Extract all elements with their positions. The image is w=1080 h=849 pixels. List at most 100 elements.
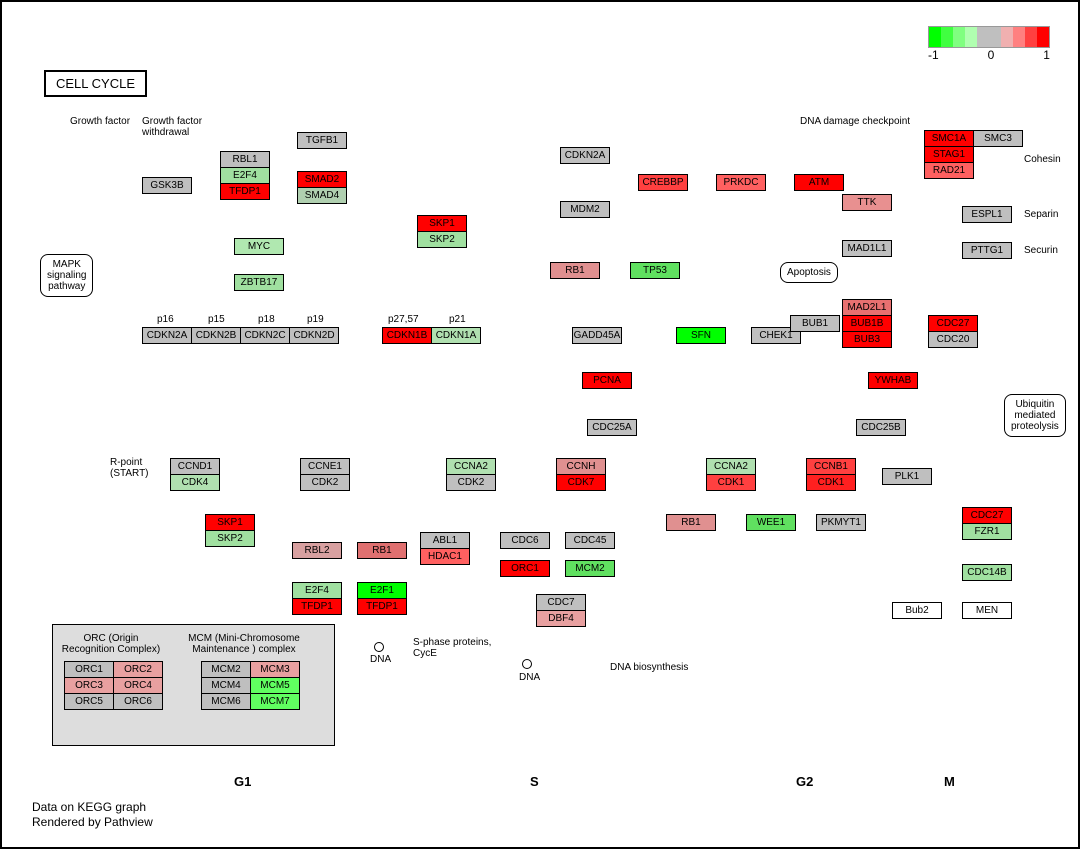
gene-MCM3: MCM3: [250, 661, 300, 678]
gene-CDKN2C: CDKN2C: [240, 327, 290, 344]
gene-CDC25B: CDC25B: [856, 419, 906, 436]
gene-FZR1: FZR1: [962, 523, 1012, 540]
gene-MAD2L1: MAD2L1: [842, 299, 892, 316]
gene-CDKN2B: CDKN2B: [191, 327, 241, 344]
legend-min: -1: [928, 48, 939, 62]
orc-label: ORC (Origin Recognition Complex): [61, 633, 161, 655]
gene-ATM: ATM: [794, 174, 844, 191]
dna-label-2: DNA: [519, 672, 540, 683]
gene-MAD1L1: MAD1L1: [842, 240, 892, 257]
gene-CDKN1B: CDKN1B: [382, 327, 432, 344]
gene-SKP1: SKP1: [205, 514, 255, 531]
gene-RB1: RB1: [550, 262, 600, 279]
gene-RB1: RB1: [357, 542, 407, 559]
gene-PRKDC: PRKDC: [716, 174, 766, 191]
gene-ORC4: ORC4: [113, 677, 163, 694]
gene-GADD45A: GADD45A: [572, 327, 622, 344]
gene-CCNB1: CCNB1: [806, 458, 856, 475]
gene-CDKN2D: CDKN2D: [289, 327, 339, 344]
p27: p27,57: [388, 314, 419, 325]
pathway-title: CELL CYCLE: [44, 70, 147, 97]
gene-CDC45: CDC45: [565, 532, 615, 549]
gene-SMC3: SMC3: [973, 130, 1023, 147]
gene-SKP1: SKP1: [417, 215, 467, 232]
gene-STAG1: STAG1: [924, 146, 974, 163]
gene-PTTG1: PTTG1: [962, 242, 1012, 259]
gene-MEN: MEN: [962, 602, 1012, 619]
dna-damage-label: DNA damage checkpoint: [800, 116, 910, 127]
gene-CDC14B: CDC14B: [962, 564, 1012, 581]
gene-TFDP1: TFDP1: [292, 598, 342, 615]
gene-E2F1: E2F1: [357, 582, 407, 599]
gene-RAD21: RAD21: [924, 162, 974, 179]
gene-SKP2: SKP2: [205, 530, 255, 547]
phase-m: M: [944, 774, 955, 789]
footer-2: Rendered by Pathview: [32, 815, 153, 829]
gene-MCM7: MCM7: [250, 693, 300, 710]
diagram-canvas: CELL CYCLE -1 0 1 Growth factor Growth f…: [0, 0, 1080, 849]
legend-max: 1: [1043, 48, 1050, 62]
gene-CDKN2A: CDKN2A: [560, 147, 610, 164]
footer-1: Data on KEGG graph: [32, 800, 146, 814]
gene-CDK4: CDK4: [170, 474, 220, 491]
gene-TGFB1: TGFB1: [297, 132, 347, 149]
gene-E2F4: E2F4: [292, 582, 342, 599]
gene-CDC6: CDC6: [500, 532, 550, 549]
gene-MCM2: MCM2: [565, 560, 615, 577]
phase-s: S: [530, 774, 539, 789]
gene-SMC1A: SMC1A: [924, 130, 974, 147]
p18: p18: [258, 314, 275, 325]
gene-HDAC1: HDAC1: [420, 548, 470, 565]
gene-CCNA2: CCNA2: [446, 458, 496, 475]
gene-RBL1: RBL1: [220, 151, 270, 168]
gene-CDKN1A: CDKN1A: [431, 327, 481, 344]
gene-ORC1: ORC1: [64, 661, 114, 678]
gene-ORC1: ORC1: [500, 560, 550, 577]
mcm-label: MCM (Mini-Chromosome Maintenance ) compl…: [179, 633, 309, 655]
gene-CDK1: CDK1: [806, 474, 856, 491]
gene-PKMYT1: PKMYT1: [816, 514, 866, 531]
gene-BUB1B: BUB1B: [842, 315, 892, 332]
mapk-box: MAPK signaling pathway: [40, 254, 93, 297]
gene-YWHAB: YWHAB: [868, 372, 918, 389]
legend-mid: 0: [988, 48, 995, 62]
p21: p21: [449, 314, 466, 325]
gene-CCND1: CCND1: [170, 458, 220, 475]
gene-Bub2: Bub2: [892, 602, 942, 619]
ubiquitin-box: Ubiquitin mediated proteolysis: [1004, 394, 1066, 437]
phase-g1: G1: [234, 774, 251, 789]
gene-MCM4: MCM4: [201, 677, 251, 694]
p15: p15: [208, 314, 225, 325]
gene-GSK3B: GSK3B: [142, 177, 192, 194]
gene-ORC3: ORC3: [64, 677, 114, 694]
gene-WEE1: WEE1: [746, 514, 796, 531]
orc-mcm-infobox: ORC (Origin Recognition Complex) MCM (Mi…: [52, 624, 335, 746]
gene-PLK1: PLK1: [882, 468, 932, 485]
dna-label-1: DNA: [370, 654, 391, 665]
gene-TTK: TTK: [842, 194, 892, 211]
gene-ORC2: ORC2: [113, 661, 163, 678]
dnabio-label: DNA biosynthesis: [610, 662, 688, 673]
securin: Securin: [1024, 245, 1058, 256]
gene-SKP2: SKP2: [417, 231, 467, 248]
gene-CDK2: CDK2: [300, 474, 350, 491]
separin: Separin: [1024, 209, 1058, 220]
growth-factor-label: Growth factor: [70, 116, 130, 127]
dna-circle-2: [522, 659, 532, 669]
gene-ZBTB17: ZBTB17: [234, 274, 284, 291]
gene-CDC7: CDC7: [536, 594, 586, 611]
gene-MCM5: MCM5: [250, 677, 300, 694]
gene-CDC25A: CDC25A: [587, 419, 637, 436]
apoptosis-box: Apoptosis: [780, 262, 838, 283]
gene-TFDP1: TFDP1: [357, 598, 407, 615]
gene-PCNA: PCNA: [582, 372, 632, 389]
gene-CCNA2: CCNA2: [706, 458, 756, 475]
dna-circle-1: [374, 642, 384, 652]
gene-CDK2: CDK2: [446, 474, 496, 491]
p16: p16: [157, 314, 174, 325]
rpoint: R-point (START): [110, 457, 149, 479]
gene-BUB1: BUB1: [790, 315, 840, 332]
gene-RBL2: RBL2: [292, 542, 342, 559]
gene-RB1: RB1: [666, 514, 716, 531]
cohesin: Cohesin: [1024, 154, 1061, 165]
